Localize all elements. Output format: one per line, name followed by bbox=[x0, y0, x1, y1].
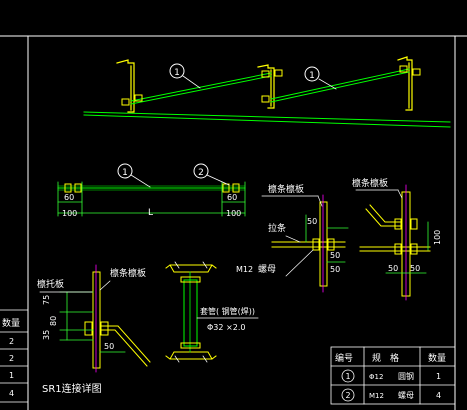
tie-rod-1b bbox=[130, 72, 272, 102]
detail-b: 檩条檩板 100 50 50 bbox=[352, 177, 442, 301]
middle-sleeve-label: 套管( 钢管(焊)) bbox=[200, 306, 255, 316]
dim-left-100: 100 bbox=[62, 209, 77, 218]
detail-a-dim-50-bottom: 50 bbox=[330, 265, 340, 274]
rod-balloon-1-label: 1 bbox=[122, 168, 128, 178]
left-table-header: 数量 bbox=[2, 317, 20, 329]
detail-a-nut-right bbox=[327, 238, 335, 251]
left-table-value-2: 2 bbox=[9, 354, 14, 363]
left-detail-purlin-leader bbox=[99, 280, 111, 291]
spec-row-1-name: 圆钢 bbox=[398, 371, 414, 381]
detail-b-plate-leader bbox=[397, 189, 403, 199]
left-detail-dim-50: 50 bbox=[104, 342, 114, 351]
spec-header-no: 编号 bbox=[335, 352, 353, 364]
detail-a-dim-50-right: 50 bbox=[330, 251, 340, 260]
detail-b-nut-1 bbox=[394, 218, 402, 230]
spec-header-spec: 规 格 bbox=[372, 352, 399, 364]
dim-right-60: 60 bbox=[227, 193, 237, 202]
spec-header-qty: 数量 bbox=[428, 352, 446, 364]
balloon-top-1-label: 1 bbox=[174, 68, 180, 78]
spec-row-2-no: 2 bbox=[345, 391, 350, 400]
detail-a-rod-label: 拉条 bbox=[268, 222, 286, 234]
middle-sleeve bbox=[183, 279, 198, 347]
tie-rod-1 bbox=[130, 75, 272, 105]
detail-a-plate-label: 檩条檩板 bbox=[268, 183, 304, 195]
left-detail-plate-label: 檩托板 bbox=[37, 278, 64, 290]
spec-row-2-qty: 4 bbox=[436, 391, 441, 400]
left-detail-dim-80: 80 bbox=[49, 316, 58, 326]
rod-balloon-1-leader bbox=[130, 174, 151, 188]
detail-a-bolt-label: M12 bbox=[236, 265, 253, 274]
spec-row-1-spec: Φ12 bbox=[369, 373, 383, 381]
spec-row-2-spec: M12 bbox=[369, 392, 384, 400]
middle-size-label: Φ32 ×2.0 bbox=[207, 323, 245, 332]
cad-drawing: 1 1 60 100 L 60 100 1 2 檩条檩板 拉条 50 50 50… bbox=[0, 35, 467, 410]
roof-section: 1 1 bbox=[83, 56, 451, 128]
left-detail-dim-75: 75 bbox=[42, 295, 51, 305]
tie-rod-2 bbox=[270, 71, 410, 103]
left-detail-nut-left bbox=[84, 321, 93, 336]
rod-balloon-2-leader bbox=[206, 174, 230, 186]
middle-detail: 套管( 钢管(焊)) Φ32 ×2.0 bbox=[165, 261, 259, 363]
left-detail-plate bbox=[92, 271, 101, 369]
detail-a-nut-label: 螺母 bbox=[258, 264, 276, 275]
rod-balloon-2-label: 2 bbox=[198, 168, 204, 178]
spec-row-1-qty: 1 bbox=[436, 372, 441, 381]
left-detail-dim-35: 35 bbox=[42, 330, 51, 340]
detail-b-dim-100: 100 bbox=[433, 230, 442, 245]
balloon-top-2-label: 1 bbox=[309, 71, 315, 81]
detail-a-dim-50-top: 50 bbox=[307, 217, 317, 226]
left-table-value-4: 4 bbox=[9, 389, 14, 398]
detail-b-dim-50-left: 50 bbox=[388, 264, 398, 273]
left-table-value-1: 2 bbox=[9, 337, 14, 346]
tie-rod-2b bbox=[270, 68, 410, 100]
left-detail-nut-right bbox=[100, 321, 109, 336]
balloon-leader-1 bbox=[182, 75, 201, 89]
dim-left-60: 60 bbox=[64, 193, 74, 202]
middle-top-flange bbox=[165, 264, 217, 269]
detail-a-plate bbox=[319, 201, 328, 287]
detail-a-rod-leader bbox=[285, 235, 301, 243]
detail-b-nut-2 bbox=[410, 218, 418, 230]
cad-drawing-canvas: 1 1 60 100 L 60 100 1 2 檩条檩板 拉条 50 50 50… bbox=[0, 0, 467, 410]
left-detail-purlin-label: 檩条檩板 bbox=[110, 267, 146, 279]
tie-rod-elevation: 60 100 L 60 100 1 2 bbox=[57, 163, 246, 218]
detail-b-plate-label: 檩条檩板 bbox=[352, 177, 388, 189]
spec-row-1-no: 1 bbox=[345, 372, 350, 381]
detail-b-nut-3 bbox=[394, 243, 402, 255]
detail-b-dim-50-right: 50 bbox=[410, 264, 420, 273]
spec-row-2-name: 螺母 bbox=[398, 390, 414, 400]
dim-length-L: L bbox=[148, 208, 153, 218]
left-detail: 檩托板 檩条檩板 75 80 35 50 bbox=[37, 264, 151, 373]
detail-a-nut-left bbox=[312, 238, 320, 251]
middle-bottom-flange bbox=[165, 355, 217, 360]
left-table-value-3: 1 bbox=[9, 371, 14, 380]
drawing-caption: SR1连接详图 bbox=[42, 382, 102, 395]
detail-a: 檩条檩板 拉条 50 50 50 M12 螺母 bbox=[236, 183, 349, 293]
detail-b-nut-4 bbox=[410, 243, 418, 255]
purlin-3 bbox=[397, 56, 413, 111]
detail-a-nut-leader bbox=[285, 249, 314, 277]
dim-right-100: 100 bbox=[226, 209, 241, 218]
